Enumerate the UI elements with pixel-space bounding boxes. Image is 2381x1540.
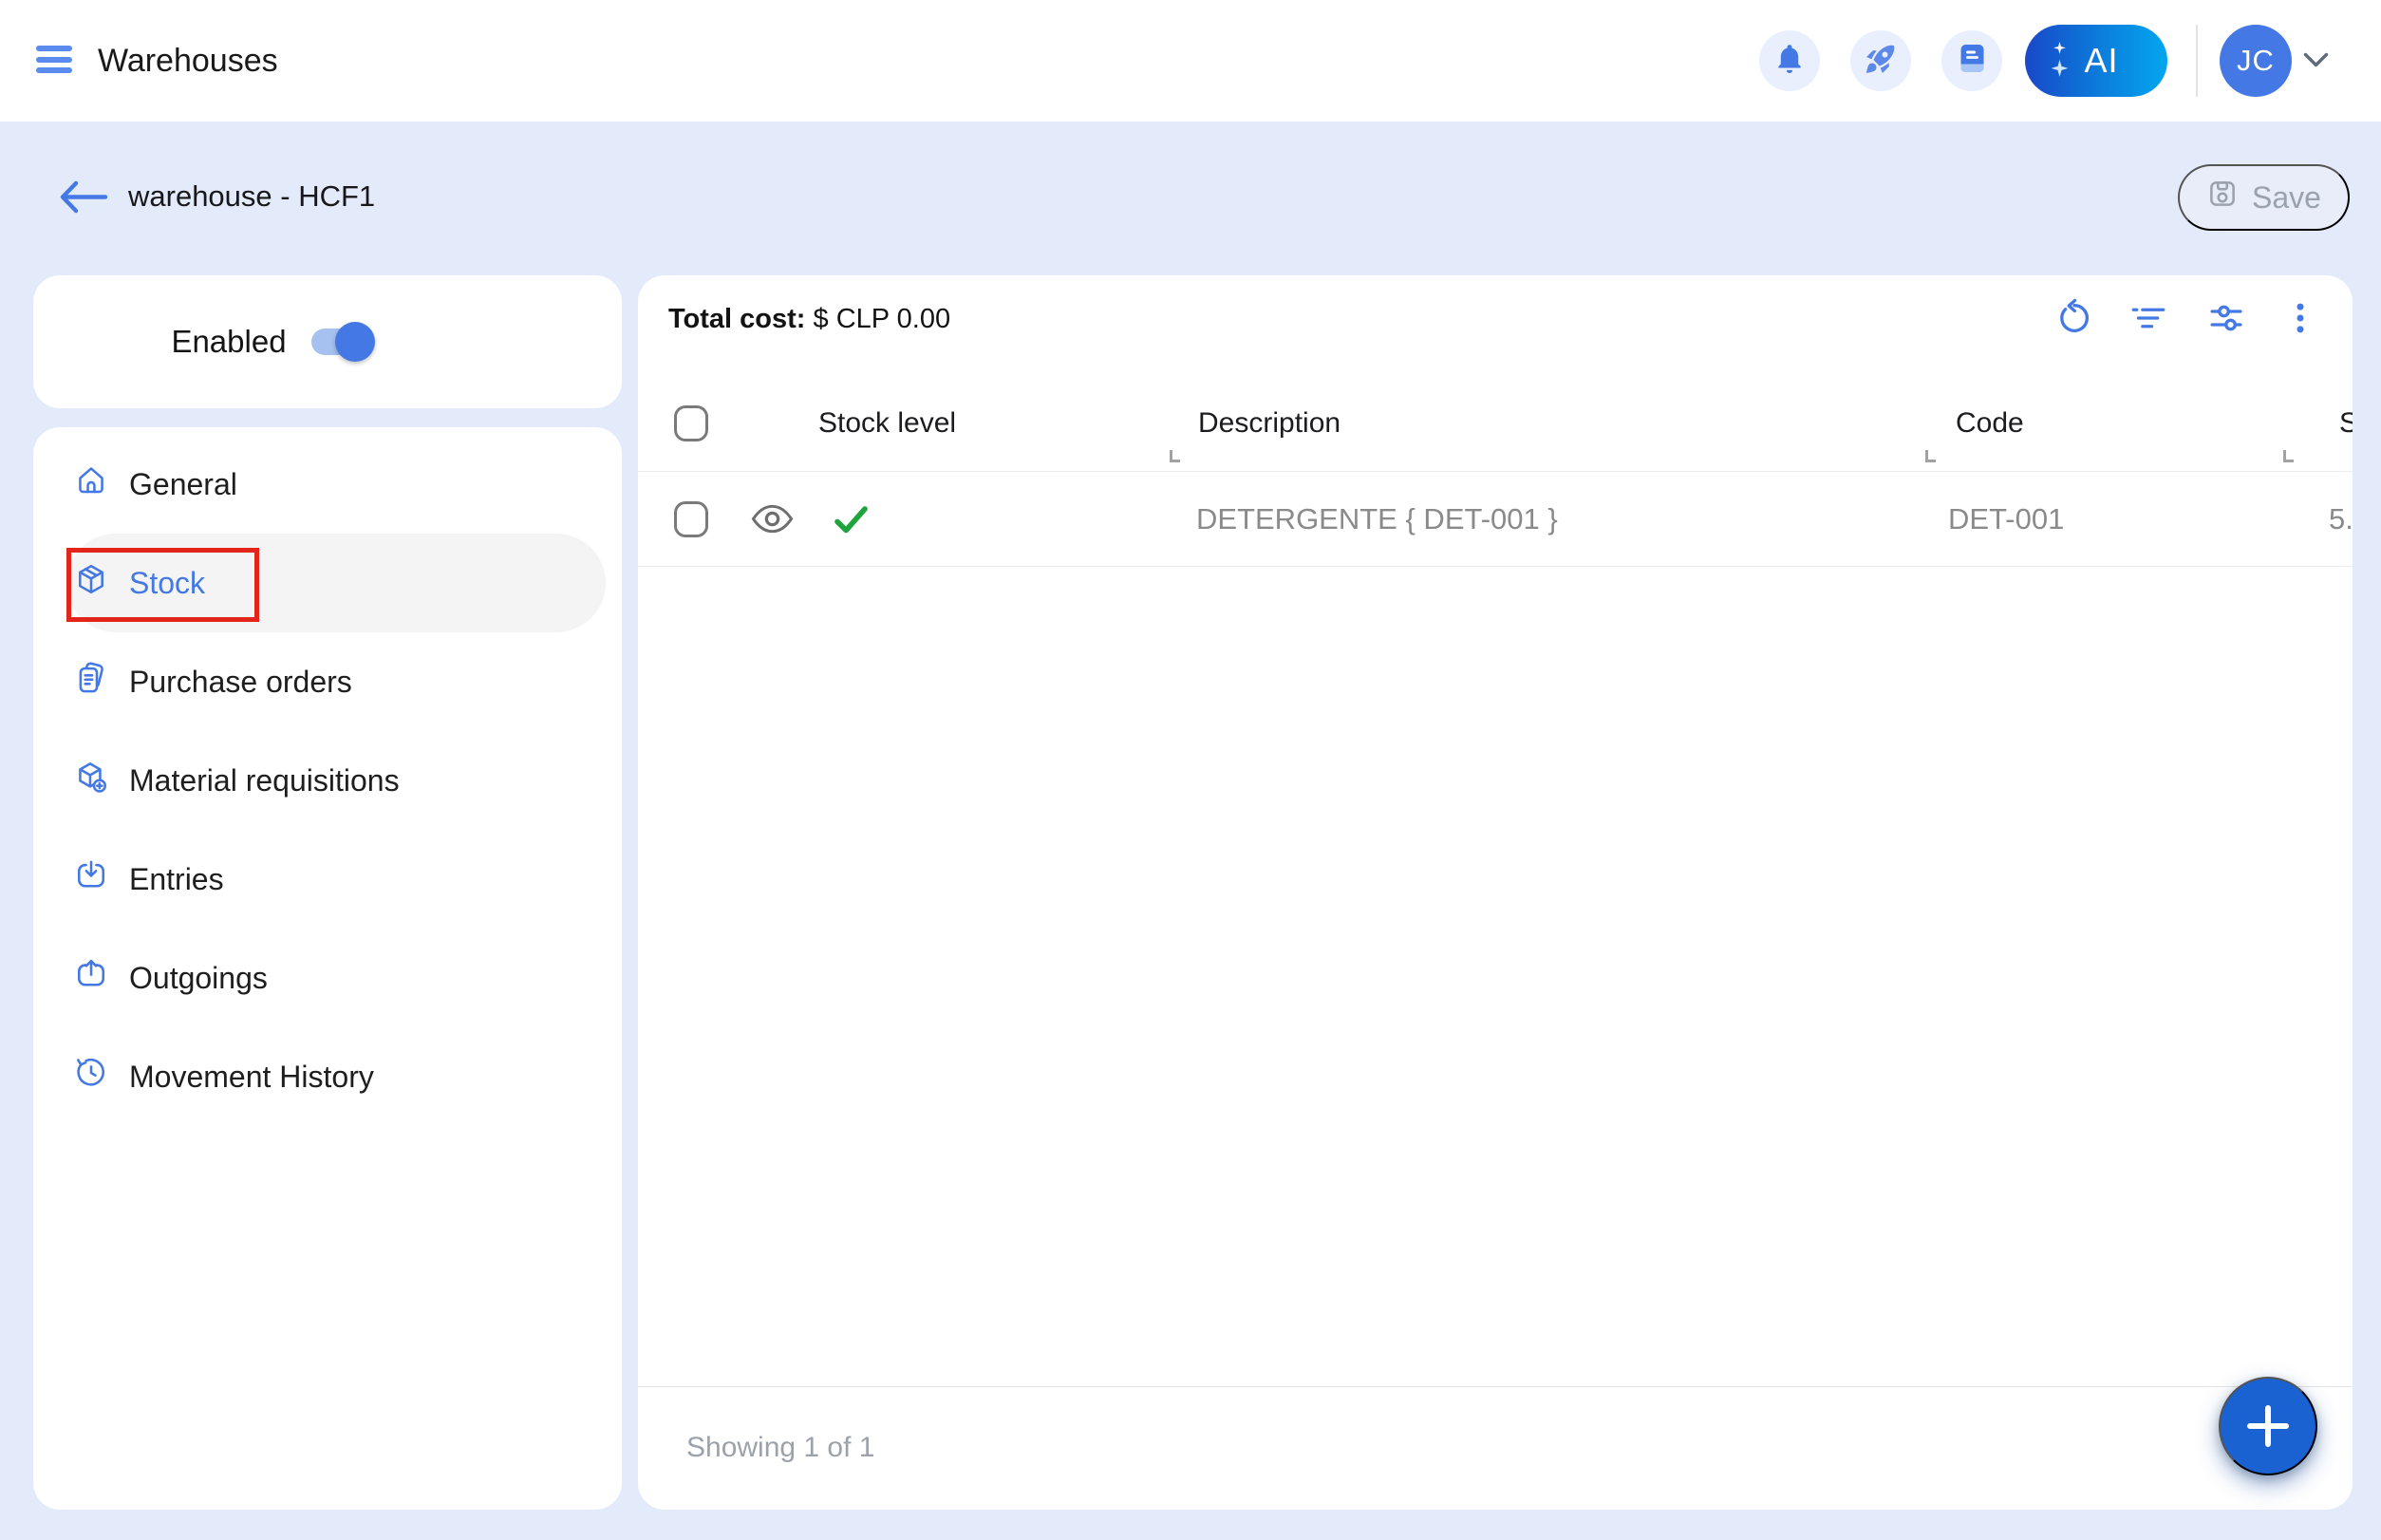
column-resize-handle[interactable] [1925,450,1936,462]
column-settings-button[interactable] [2205,297,2247,339]
notes-button[interactable] [1941,30,2002,91]
column-settings-icon [2206,298,2246,338]
total-cost-value: $ CLP 0.00 [814,304,951,334]
view-row-button[interactable] [751,503,794,539]
sidebar-item-purchase-orders[interactable]: Purchase orders [66,632,606,731]
column-header-stock-level[interactable]: Stock level [818,376,956,471]
stock-ok-check-icon [834,505,869,539]
cube-plus-icon [74,760,108,801]
enabled-card: Enabled [33,275,622,408]
total-cost-label: Total cost: [668,304,805,334]
footer-divider [638,1386,2353,1387]
sidebar-item-general[interactable]: General [66,435,606,534]
cell-stock-clipped: 5. [2329,472,2353,566]
app-title: Warehouses [98,0,278,122]
ai-assistant-button[interactable]: AI [2025,25,2167,97]
tray-arrow-up-icon [74,957,108,999]
eye-icon [751,503,794,535]
cell-code: DET-001 [1948,472,2064,566]
select-all-checkbox[interactable] [674,405,708,441]
avatar-initials: JC [2237,44,2275,78]
cell-description: DETERGENTE { DET-001 } [1196,472,1558,566]
chevron-down-icon[interactable] [2303,52,2329,73]
pagination-status: Showing 1 of 1 [686,1386,874,1510]
history-icon [74,1056,108,1098]
top-bar: Warehouses AI JC [0,0,2381,122]
enabled-label: Enabled [171,324,286,360]
sidebar-item-label: Outgoings [129,961,268,996]
tray-arrow-down-icon [74,858,108,900]
sidebar-item-label: Purchase orders [129,665,352,700]
hamburger-menu-icon[interactable] [36,46,72,74]
column-resize-handle[interactable] [2283,450,2294,462]
page-title: warehouse - HCF1 [128,177,375,216]
topbar-divider [2196,25,2198,97]
save-button-label: Save [2252,180,2321,216]
kebab-menu-button[interactable] [2279,297,2321,339]
row-checkbox[interactable] [674,501,708,537]
launcher-button[interactable] [1850,30,1911,91]
sidebar-menu: General Stock Purchase orders Material r… [33,427,622,1510]
sidebar-item-label: Stock [129,566,205,601]
column-resize-handle[interactable] [1170,450,1180,462]
documents-icon [74,661,108,703]
bell-icon [1773,43,1806,80]
sparkles-icon [2050,42,2070,80]
sidebar-item-entries[interactable]: Entries [66,830,606,929]
notifications-button[interactable] [1759,30,1820,91]
sidebar-item-movement-history[interactable]: Movement History [66,1027,606,1126]
table-row[interactable]: DETERGENTE { DET-001 } DET-001 5. [638,472,2353,567]
column-header-description[interactable]: Description [1198,376,1340,471]
sidebar-item-label: Entries [129,862,224,897]
sidebar-item-label: General [129,467,237,502]
rocket-icon [1864,42,1898,81]
sidebar-item-outgoings[interactable]: Outgoings [66,929,606,1027]
home-icon [74,463,108,505]
column-header-stock-clipped[interactable]: S [2339,376,2353,471]
refresh-icon [2054,298,2094,338]
refresh-button[interactable] [2053,297,2095,339]
stock-panel: Total cost: $ CLP 0.00 Stock level Descr… [638,275,2353,1510]
sidebar-item-material-requisitions[interactable]: Material requisitions [66,731,606,830]
sidebar-item-label: Material requisitions [129,763,400,798]
floppy-disk-icon [2206,178,2239,217]
sidebar-item-label: Movement History [129,1060,374,1095]
back-button[interactable] [59,180,109,218]
save-button[interactable]: Save [2178,164,2350,231]
user-avatar[interactable]: JC [2220,25,2292,97]
cube-icon [74,562,108,604]
kebab-menu-icon [2280,298,2320,338]
total-cost: Total cost: $ CLP 0.00 [668,304,950,335]
table-header-row: Stock level Description Code S [638,376,2353,472]
sidebar-item-stock[interactable]: Stock [66,534,606,632]
plus-icon [2246,1404,2290,1448]
filter-icon [2128,298,2168,338]
filter-button[interactable] [2128,297,2169,339]
column-header-code[interactable]: Code [1956,376,2024,471]
enabled-toggle[interactable] [311,329,370,355]
document-icon [1959,44,1985,78]
ai-button-label: AI [2070,41,2133,81]
add-item-button[interactable] [2219,1377,2317,1475]
